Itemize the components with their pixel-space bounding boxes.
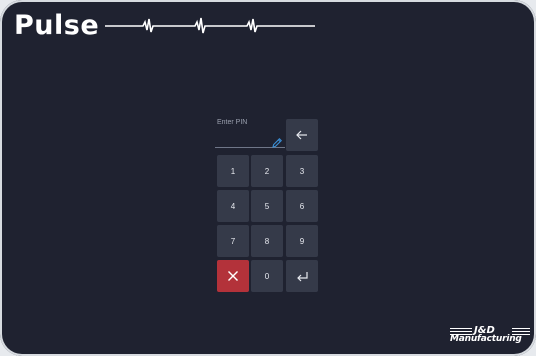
key-label: 1: [230, 166, 236, 176]
key-label: 8: [264, 236, 270, 246]
key-3[interactable]: 3: [286, 155, 318, 187]
pin-label: Enter PIN: [217, 119, 248, 126]
key-label: 2: [264, 166, 270, 176]
cancel-button[interactable]: [217, 260, 249, 292]
x-icon: [227, 270, 239, 282]
pin-field: Enter PIN: [215, 119, 285, 149]
logo-line2: Manufacturing: [450, 334, 522, 344]
key-label: 4: [230, 201, 236, 211]
key-label: 5: [264, 201, 270, 211]
pin-keypad: Enter PIN 1 2 3 4 5 6 7 8 9 0: [215, 119, 321, 295]
key-label: 0: [264, 271, 270, 281]
key-4[interactable]: 4: [217, 190, 249, 222]
key-2[interactable]: 2: [251, 155, 283, 187]
brand-title: Pulse: [14, 10, 100, 41]
key-label: 9: [299, 236, 305, 246]
enter-button[interactable]: [286, 260, 318, 292]
backspace-button[interactable]: [286, 119, 318, 151]
key-8[interactable]: 8: [251, 225, 283, 257]
heartbeat-line-icon: [105, 15, 317, 37]
enter-icon: [296, 271, 309, 282]
pencil-icon[interactable]: [271, 134, 283, 148]
key-label: 6: [299, 201, 305, 211]
pin-screen: Pulse Enter PIN 1 2 3 4 5 6 7 8 9 0 J&D …: [0, 0, 536, 356]
key-1[interactable]: 1: [217, 155, 249, 187]
key-6[interactable]: 6: [286, 190, 318, 222]
key-5[interactable]: 5: [251, 190, 283, 222]
arrow-left-icon: [296, 130, 308, 140]
key-label: 3: [299, 166, 305, 176]
key-0[interactable]: 0: [251, 260, 283, 292]
brand-header: Pulse: [14, 12, 317, 39]
company-logo: J&D Manufacturing: [450, 326, 530, 348]
key-label: 7: [230, 236, 236, 246]
key-7[interactable]: 7: [217, 225, 249, 257]
key-9[interactable]: 9: [286, 225, 318, 257]
